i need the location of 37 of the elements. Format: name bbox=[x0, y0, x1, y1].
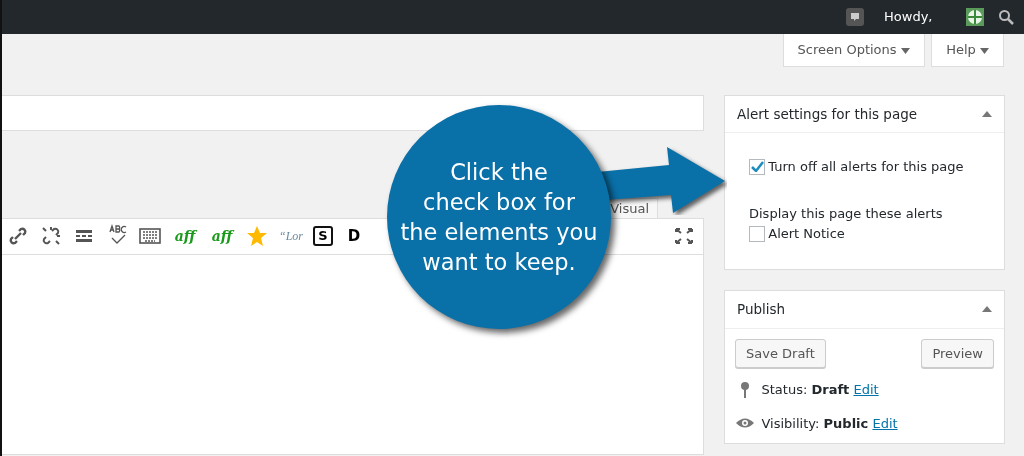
edit-link[interactable]: Edit bbox=[872, 415, 898, 431]
box-title: Publish bbox=[737, 300, 786, 320]
dropdown-button[interactable]: Help bbox=[931, 34, 1004, 67]
dropdown-button[interactable]: Screen Options bbox=[782, 34, 925, 67]
publish-setting: Visibility: Public Edit bbox=[761, 414, 898, 433]
pin-icon bbox=[741, 381, 749, 398]
edit-link[interactable]: Edit bbox=[853, 382, 879, 397]
group-label: Display this page these alerts bbox=[749, 205, 944, 224]
preview-button[interactable]: Preview bbox=[921, 338, 994, 368]
eye-icon bbox=[736, 417, 754, 430]
checkbox-label: Alert Notice bbox=[768, 224, 845, 243]
callout-text: want to keep. bbox=[422, 248, 576, 277]
star-icon[interactable] bbox=[245, 224, 269, 248]
caret-icon bbox=[900, 47, 910, 54]
checkbox[interactable] bbox=[749, 225, 765, 242]
caret-icon bbox=[980, 47, 989, 54]
greeting-text[interactable]: Howdy, bbox=[884, 7, 933, 27]
checkbox[interactable] bbox=[749, 158, 765, 175]
save-draft-button[interactable]: Save Draft bbox=[735, 338, 826, 368]
checkbox-label: Turn off all alerts for this page bbox=[768, 157, 964, 176]
callout-text: check box for bbox=[423, 188, 575, 217]
publish-setting: Status: Draft Edit bbox=[761, 381, 879, 399]
bold-s-button[interactable]: S bbox=[313, 226, 333, 246]
title-field[interactable] bbox=[2, 94, 704, 131]
quote-button[interactable]: “Lor bbox=[278, 224, 304, 248]
avatar-icon[interactable] bbox=[966, 8, 984, 26]
collapse-icon[interactable] bbox=[982, 306, 992, 313]
callout-text: the elements you bbox=[400, 218, 598, 247]
letter-button[interactable]: D bbox=[342, 224, 366, 248]
comment-icon[interactable] bbox=[846, 8, 865, 26]
collapse-icon[interactable] bbox=[982, 110, 992, 117]
aff-button[interactable]: aff bbox=[171, 224, 199, 248]
aff-button[interactable]: aff bbox=[208, 224, 236, 248]
search-icon[interactable] bbox=[998, 9, 1014, 25]
box-title: Alert settings for this page bbox=[737, 104, 918, 124]
callout-text: Click the bbox=[450, 158, 548, 187]
fullscreen-icon[interactable] bbox=[675, 228, 693, 244]
